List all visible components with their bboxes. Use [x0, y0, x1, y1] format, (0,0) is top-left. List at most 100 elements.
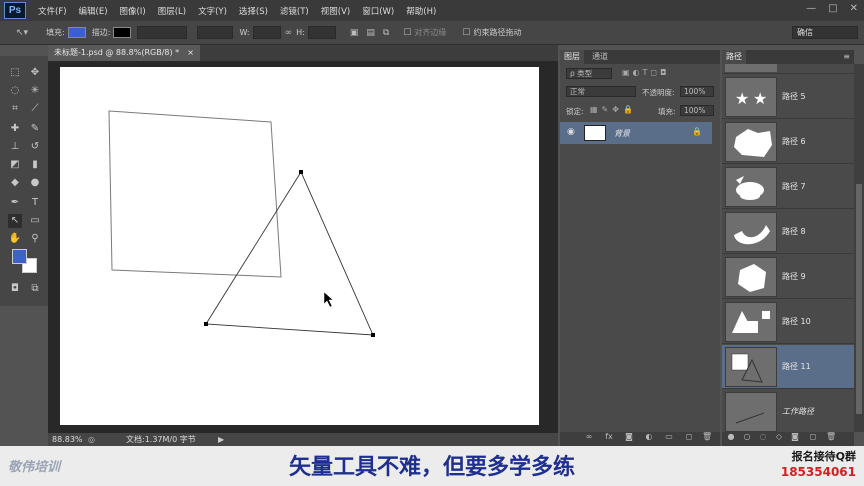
clone-stamp-icon[interactable]: ⊥ — [8, 140, 22, 154]
link-layers-icon[interactable]: ∞ — [584, 432, 594, 442]
menu-layer[interactable]: 图层(L) — [158, 5, 186, 17]
type-tool-icon[interactable]: T — [28, 196, 42, 210]
fill-field[interactable]: 100% — [680, 105, 714, 116]
healing-brush-icon[interactable]: ✚ — [8, 122, 22, 136]
work-path-row[interactable]: 工作路径 — [722, 390, 854, 434]
lasso-tool-icon[interactable]: ◌ — [8, 84, 22, 98]
paths-scrollbar[interactable] — [854, 64, 864, 432]
make-work-path-icon[interactable]: ◇ — [774, 432, 784, 442]
document-canvas[interactable] — [60, 67, 539, 425]
path-thumbnail: ★ ★ — [725, 77, 777, 117]
anchor-point-right[interactable] — [371, 333, 375, 337]
close-tab-icon[interactable]: × — [187, 45, 194, 61]
pen-tool-icon[interactable]: ✒ — [8, 196, 22, 210]
path-select-tool-icon[interactable]: ↖▾ — [16, 28, 28, 38]
marquee-tool-icon[interactable]: ⬚ — [8, 66, 22, 80]
workspace-dropdown[interactable]: 确信 — [792, 26, 858, 39]
minimize-button[interactable]: — — [806, 3, 816, 14]
align-edges-checkbox[interactable]: ☐ — [403, 28, 411, 38]
path-row-7[interactable]: 路径 7 — [722, 165, 854, 209]
path-row-8[interactable]: 路径 8 — [722, 210, 854, 254]
gradient-tool-icon[interactable]: ▮ — [28, 158, 42, 172]
crop-tool-icon[interactable]: ⌗ — [8, 102, 22, 116]
filter-icons[interactable]: ▣◐T◻◘ — [622, 68, 669, 77]
anchor-point-top[interactable] — [299, 170, 303, 174]
width-label: W: — [239, 28, 250, 37]
menu-type[interactable]: 文字(Y) — [198, 5, 227, 17]
link-icon[interactable]: ∞ — [285, 28, 293, 38]
menu-view[interactable]: 视图(V) — [321, 5, 350, 17]
tab-paths[interactable]: 路径 — [722, 50, 746, 64]
add-mask-icon[interactable]: ◙ — [790, 432, 800, 442]
path-row-5[interactable]: ★ ★ 路径 5 — [722, 75, 854, 119]
path-operations-icon[interactable]: ▣ — [350, 28, 359, 38]
anchor-point-left[interactable] — [204, 322, 208, 326]
menu-edit[interactable]: 编辑(E) — [79, 5, 108, 17]
fill-path-icon[interactable]: ● — [726, 432, 736, 442]
shape-tool-icon[interactable]: ▭ — [28, 214, 42, 228]
path-row-partial[interactable] — [722, 64, 854, 74]
height-field[interactable] — [307, 26, 336, 39]
path-label: 路径 9 — [782, 272, 806, 281]
eraser-tool-icon[interactable]: ◩ — [8, 158, 22, 172]
path-row-6[interactable]: 路径 6 — [722, 120, 854, 164]
tab-layers[interactable]: 图层 — [560, 50, 584, 64]
menu-help[interactable]: 帮助(H) — [406, 5, 436, 17]
close-button[interactable]: ✕ — [850, 3, 858, 14]
load-selection-icon[interactable]: ◌ — [758, 432, 768, 442]
magic-wand-icon[interactable]: ✳ — [28, 84, 42, 98]
visibility-eye-icon[interactable]: ◉ — [567, 127, 575, 137]
document-tab[interactable]: 未标题-1.psd @ 88.8%(RGB/8) * × — [48, 45, 200, 61]
menu-image[interactable]: 图像(I) — [120, 5, 146, 17]
new-path-icon[interactable]: ◻ — [808, 432, 818, 442]
width-field[interactable] — [252, 26, 281, 39]
path-row-11-selected[interactable]: 路径 11 — [722, 345, 854, 389]
path-arrangement-icon[interactable]: ⧉ — [383, 28, 389, 38]
eyedropper-icon[interactable]: ⟋ — [28, 102, 42, 116]
blur-tool-icon[interactable]: ◆ — [8, 176, 22, 190]
path-alignment-icon[interactable]: ▤ — [366, 28, 375, 38]
history-brush-icon[interactable]: ↺ — [28, 140, 42, 154]
path-selection-tool-icon[interactable]: ↖ — [8, 214, 22, 228]
svg-text:★: ★ — [753, 89, 767, 108]
status-menu-arrow-icon[interactable]: ▶ — [218, 433, 224, 446]
stroke-path-icon[interactable]: ○ — [742, 432, 752, 442]
layer-mask-icon[interactable]: ◙ — [624, 432, 634, 442]
layer-style-icon[interactable]: fx — [604, 432, 614, 442]
zoom-level[interactable]: 88.83% — [52, 433, 83, 446]
delete-layer-icon[interactable]: 🗑 — [702, 432, 712, 442]
opacity-field[interactable]: 100% — [680, 86, 714, 97]
foreground-color-swatch[interactable] — [12, 249, 27, 264]
menu-file[interactable]: 文件(F) — [38, 5, 67, 17]
move-tool-icon[interactable]: ✥ — [28, 66, 42, 80]
zoom-tool-icon[interactable]: ⚲ — [28, 232, 42, 246]
hand-tool-icon[interactable]: ✋ — [8, 232, 22, 246]
path-row-10[interactable]: 路径 10 — [722, 300, 854, 344]
layer-filter-dropdown[interactable]: ρ 类型 — [566, 68, 612, 79]
brush-tool-icon[interactable]: ✎ — [28, 122, 42, 136]
blend-mode-dropdown[interactable]: 正常 — [566, 86, 636, 97]
constrain-path-checkbox[interactable]: ☐ — [462, 28, 470, 38]
dodge-tool-icon[interactable]: ● — [28, 176, 42, 190]
stroke-swatch[interactable] — [113, 27, 132, 38]
scrollbar-thumb[interactable] — [856, 184, 862, 414]
stroke-width-field[interactable] — [137, 26, 188, 39]
lock-icons[interactable]: ▦✎✥🔒 — [590, 105, 637, 114]
stroke-type-dropdown[interactable] — [197, 26, 234, 39]
panel-menu-icon[interactable]: ≡ — [843, 52, 850, 61]
delete-path-icon[interactable]: 🗑 — [826, 432, 836, 442]
adjustment-layer-icon[interactable]: ◐ — [644, 432, 654, 442]
menu-window[interactable]: 窗口(W) — [362, 5, 394, 17]
menu-select[interactable]: 选择(S) — [239, 5, 268, 17]
new-group-icon[interactable]: ▭ — [664, 432, 674, 442]
tab-channels[interactable]: 通道 — [588, 50, 612, 64]
path-thumbnail — [725, 167, 777, 207]
quick-mask-icon[interactable]: ◘ — [8, 282, 22, 296]
path-row-9[interactable]: 路径 9 — [722, 255, 854, 299]
maximize-button[interactable]: □ — [828, 3, 837, 14]
fill-swatch[interactable] — [67, 27, 86, 38]
menu-filter[interactable]: 滤镜(T) — [280, 5, 309, 17]
new-layer-icon[interactable]: ◻ — [684, 432, 694, 442]
screen-mode-icon[interactable]: ⧉ — [28, 282, 42, 296]
layer-row-background[interactable]: ◉ 背景 🔒 — [560, 122, 712, 144]
